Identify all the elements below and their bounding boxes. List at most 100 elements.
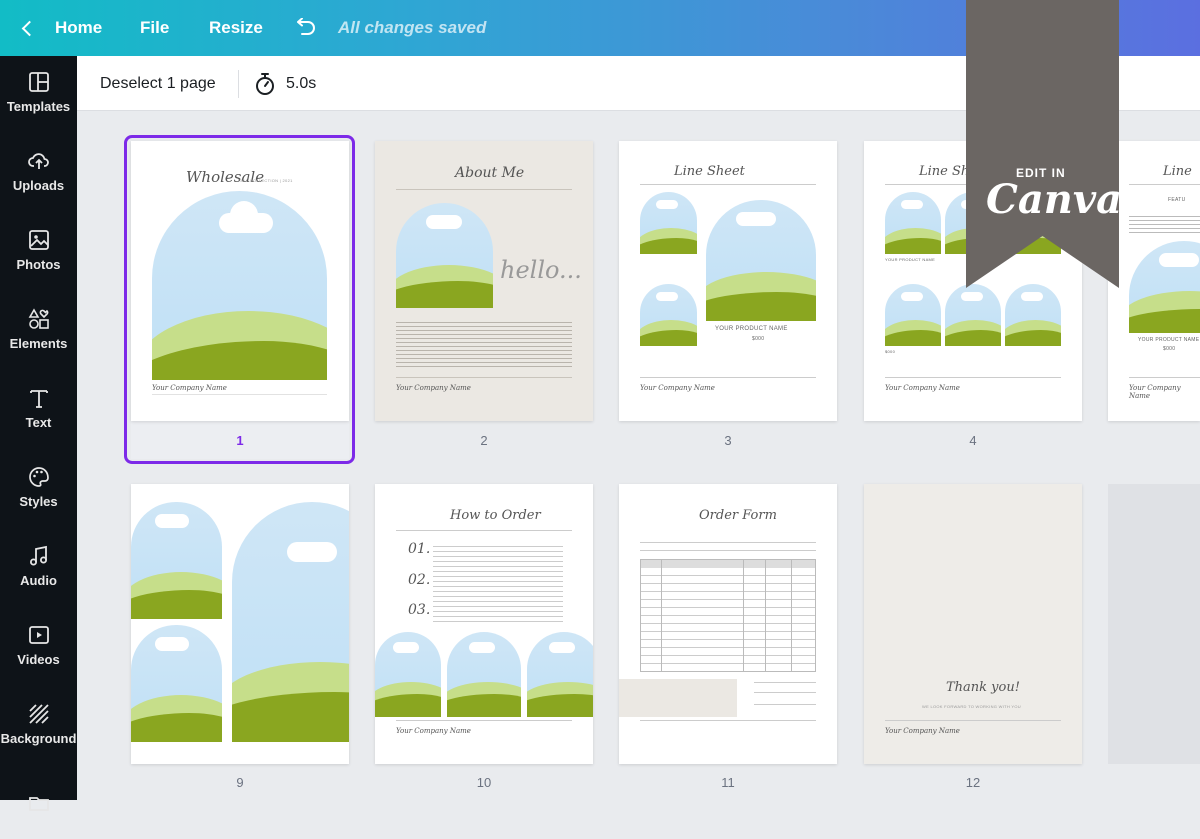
product-name: YOUR PRODUCT NAME <box>715 326 788 332</box>
home-label: Home <box>55 18 103 37</box>
sidebar-item-audio[interactable]: Audio <box>0 530 77 602</box>
folder-icon <box>28 797 49 811</box>
arch-illustration <box>706 200 816 321</box>
sidebar-item-label: Background <box>0 730 77 746</box>
sidebar-item-label: Uploads <box>12 177 65 193</box>
product-price: $000 <box>1163 346 1176 352</box>
templates-icon <box>28 71 49 92</box>
home-button[interactable]: Home <box>18 0 102 56</box>
page-subtitle: WE LOOK FORWARD TO WORKING WITH YOU <box>922 704 1021 709</box>
page-thumbnail-10[interactable]: How to Order 01. 02. 03. Your Company Na… <box>375 484 593 764</box>
hello-text: hello... <box>500 256 582 284</box>
company-name: Your Company Name <box>885 727 960 735</box>
arch-illustration <box>447 632 521 717</box>
body-text <box>1129 213 1200 233</box>
arch-illustration <box>945 284 1001 346</box>
toolbar-divider <box>238 70 239 98</box>
arch-illustration <box>375 632 441 717</box>
page-title: How to Order <box>450 508 541 523</box>
product-name: YOUR PRODUCT NAME <box>1138 337 1200 343</box>
undo-button[interactable] <box>294 0 318 56</box>
sidebar-item-background[interactable]: Background <box>0 688 77 760</box>
timer-value: 5.0s <box>286 74 317 92</box>
page-title: Order Form <box>699 508 777 523</box>
sidebar-item-label: Elements <box>9 335 68 351</box>
arch-illustration <box>131 625 222 742</box>
order-table <box>640 559 816 672</box>
sidebar-item-label: Audio <box>20 572 57 588</box>
stopwatch-icon <box>256 72 274 95</box>
sidebar-item-photos[interactable]: Photos <box>0 214 77 286</box>
step-number: 02. <box>408 572 431 588</box>
upload-cloud-icon <box>27 152 49 169</box>
page-title: Thank you! <box>946 680 1020 695</box>
arch-illustration <box>152 191 327 380</box>
undo-icon <box>297 18 315 35</box>
add-page-placeholder[interactable] <box>1108 484 1200 764</box>
company-name: Your Company Name <box>640 384 715 392</box>
arch-illustration <box>640 192 697 254</box>
page-title: Line <box>1163 164 1192 179</box>
company-name: Your Company Name <box>152 384 227 392</box>
product-price: $000 <box>885 349 896 354</box>
sidebar-item-uploads[interactable]: Uploads <box>0 135 77 207</box>
sidebar-item-videos[interactable]: Videos <box>0 609 77 681</box>
page-number: 9 <box>236 775 244 790</box>
sidebar-item-folder[interactable] <box>0 767 77 839</box>
page-thumbnail-1[interactable]: Wholesale FALL COLLECTION | 2021 Your Co… <box>131 141 349 421</box>
music-note-icon <box>29 545 47 565</box>
arch-illustration <box>1129 241 1200 333</box>
sidebar: Templates Uploads Photos Elements Text S… <box>0 56 77 811</box>
arch-illustration <box>1005 284 1061 346</box>
sidebar-item-templates[interactable]: Templates <box>0 56 77 128</box>
payment-box <box>619 679 737 717</box>
edit-in-canva-ribbon <box>966 0 1119 288</box>
page-thumbnail-2[interactable]: About Me hello... Your Company Name <box>375 141 593 421</box>
product-name: YOUR PRODUCT NAME <box>885 257 936 262</box>
page-number: 12 <box>965 775 981 790</box>
resize-button[interactable]: Resize <box>209 0 263 56</box>
deselect-pages-button[interactable]: Deselect 1 page <box>100 56 216 111</box>
company-name: Your Company Name <box>396 384 471 392</box>
page-title: About Me <box>455 165 525 181</box>
product-price: $000 <box>752 336 765 342</box>
arch-illustration <box>131 502 222 619</box>
sidebar-item-label: Photos <box>16 256 61 272</box>
arch-illustration <box>885 284 941 346</box>
page-subtitle: FALL COLLECTION | 2021 <box>238 178 293 183</box>
sidebar-item-styles[interactable]: Styles <box>0 451 77 523</box>
file-menu-button[interactable]: File <box>140 0 169 56</box>
feature-label: FEATU <box>1168 197 1186 203</box>
company-name: Your Company Name <box>1129 384 1181 400</box>
body-text <box>396 319 572 369</box>
palette-icon <box>28 466 49 487</box>
sidebar-item-label: Text <box>25 414 52 430</box>
chevron-left-icon <box>21 20 38 36</box>
page-title: Wholesale <box>186 168 265 186</box>
hatch-icon <box>28 703 49 724</box>
video-icon <box>28 625 49 644</box>
page-thumbnail-3[interactable]: Line Sheet YOUR PRODUCT NAME $000 Your C… <box>619 141 837 421</box>
page-number: 11 <box>721 775 735 790</box>
arch-illustration <box>527 632 593 717</box>
arch-illustration <box>885 192 941 254</box>
timing-button[interactable]: 5.0s <box>254 56 316 111</box>
page-thumbnail-11[interactable]: Order Form <box>619 484 837 764</box>
step-number: 03. <box>408 602 431 618</box>
page-thumbnail-9[interactable] <box>131 484 349 764</box>
page-number: 4 <box>969 433 977 448</box>
page-thumbnail-12[interactable]: Thank you! WE LOOK FORWARD TO WORKING WI… <box>864 484 1082 764</box>
page-number: 1 <box>236 433 244 448</box>
page-number: 2 <box>480 433 488 448</box>
sidebar-item-label: Templates <box>6 98 71 114</box>
sidebar-item-text[interactable]: Text <box>0 372 77 444</box>
step-number: 01. <box>408 541 431 557</box>
page-title: Line Sheet <box>674 164 745 179</box>
company-name: Your Company Name <box>396 727 471 735</box>
sidebar-item-elements[interactable]: Elements <box>0 293 77 365</box>
steps-text <box>433 542 563 626</box>
arch-illustration <box>396 203 493 308</box>
photo-icon <box>28 229 49 250</box>
canva-logo: Canva <box>986 176 1122 223</box>
page-number: 3 <box>724 433 732 448</box>
